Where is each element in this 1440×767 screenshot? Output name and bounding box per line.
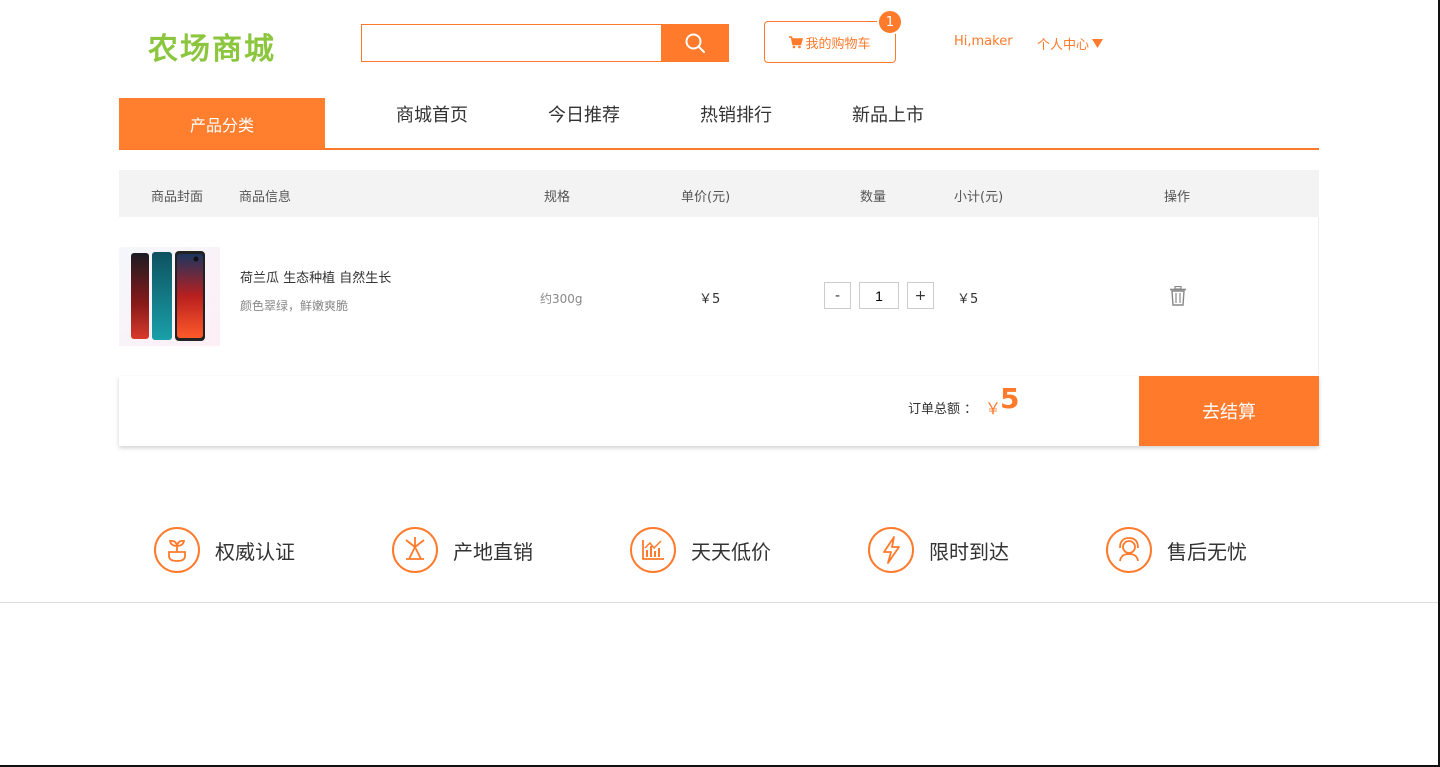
product-spec: 约300g [540, 292, 583, 306]
nav-item-recommend[interactable]: 今日推荐 [548, 101, 620, 127]
col-price: 单价(元) [681, 190, 731, 205]
unit-price: ￥5 [699, 292, 721, 307]
search-input[interactable] [361, 24, 661, 62]
order-total-label: 订单总额 ： [908, 402, 978, 417]
product-title[interactable]: 荷兰瓜 生态种植 自然生长 [240, 267, 391, 286]
table-row: 荷兰瓜 生态种植 自然生长 颜色翠绿，鲜嫩爽脆 约300g ￥5 - + ￥5 [119, 217, 1319, 375]
plant-icon [154, 527, 200, 573]
my-cart-button[interactable]: 我的购物车 [764, 21, 896, 63]
feature-label: 产地直销 [453, 539, 533, 564]
feature-label: 权威认证 [215, 539, 295, 564]
feature-fast-delivery: 限时到达 [867, 526, 1009, 574]
windmill-icon [392, 527, 438, 573]
col-cover: 商品封面 [151, 190, 204, 205]
nav-item-hot[interactable]: 热销排行 [700, 101, 772, 127]
search-icon [685, 33, 705, 53]
order-total-currency: ￥ [985, 399, 1002, 418]
row-subtotal: ￥5 [957, 292, 979, 307]
lightning-icon [868, 527, 914, 573]
nav-item-new[interactable]: 新品上市 [852, 101, 924, 127]
col-spec: 规格 [544, 190, 571, 205]
feature-label: 售后无忧 [1167, 539, 1247, 564]
nav-product-category[interactable]: 产品分类 [119, 98, 325, 148]
quantity-stepper: - + [824, 282, 934, 309]
feature-label: 限时到达 [929, 539, 1009, 564]
cart-count-badge: 1 [877, 9, 903, 35]
feature-label: 天天低价 [691, 539, 771, 564]
col-qty: 数量 [860, 190, 887, 205]
feature-after-sales: 售后无忧 [1105, 526, 1247, 574]
quantity-plus-button[interactable]: + [907, 282, 934, 309]
col-info: 商品信息 [239, 190, 292, 205]
feature-low-price: 天天低价 [629, 526, 771, 574]
trash-icon[interactable] [1169, 286, 1187, 306]
product-image[interactable] [119, 247, 220, 346]
feature-certified: 权威认证 [153, 526, 295, 574]
user-center-label: 个人中心 [1037, 38, 1090, 53]
product-description: 颜色翠绿，鲜嫩爽脆 [240, 299, 349, 313]
footer-divider [0, 602, 1440, 603]
cart-label: 我的购物车 [805, 36, 871, 52]
user-center-menu[interactable]: 个人中心 [1037, 34, 1104, 53]
order-total-bar: 订单总额 ： ￥ 5 去结算 [119, 376, 1319, 446]
cart-icon [789, 35, 804, 48]
caret-down-icon [1092, 39, 1104, 48]
user-greeting[interactable]: Hi,maker [954, 34, 1013, 49]
quantity-minus-button[interactable]: - [824, 282, 851, 309]
cart-table-header: 商品封面 商品信息 规格 单价(元) 数量 小计(元) 操作 [119, 170, 1319, 217]
main-nav: 产品分类 商城首页 今日推荐 热销排行 新品上市 [119, 98, 1319, 150]
order-total-amount: 5 [1000, 382, 1020, 415]
nav-item-home[interactable]: 商城首页 [396, 101, 468, 127]
col-subtotal: 小计(元) [954, 190, 1004, 205]
support-icon [1106, 527, 1152, 573]
search-bar [361, 24, 729, 62]
site-logo[interactable]: 农场商城 [148, 24, 276, 68]
feature-direct-sale: 产地直销 [391, 526, 533, 574]
search-button[interactable] [661, 24, 729, 62]
col-action: 操作 [1164, 190, 1191, 205]
chart-icon [630, 527, 676, 573]
checkout-button[interactable]: 去结算 [1139, 376, 1319, 446]
phone-image [131, 251, 205, 341]
quantity-input[interactable] [859, 282, 899, 309]
